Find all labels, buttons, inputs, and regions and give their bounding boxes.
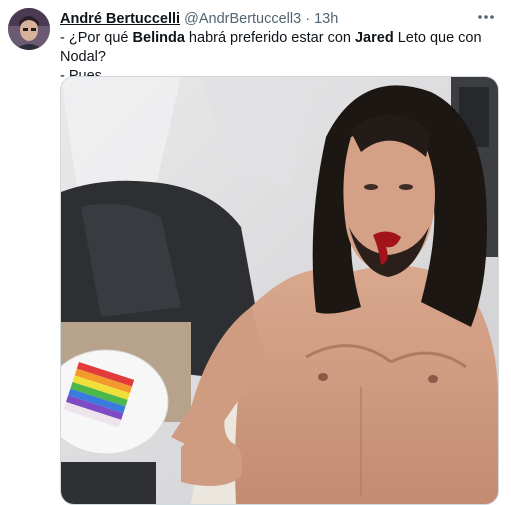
tweet-line-1: - ¿Por qué Belinda habrá preferido estar… [60, 29, 501, 67]
tweet-header: André Bertuccelli @AndrBertuccell3 · 13h [60, 10, 471, 28]
photo-shirtless-man-with-cake-icon [61, 77, 498, 504]
line-text: - ¿Por qué [60, 30, 133, 46]
avatar-image [8, 8, 50, 50]
tweet-timestamp[interactable]: 13h [314, 11, 338, 27]
separator-dot: · [305, 11, 311, 27]
tweet-card[interactable]: André Bertuccelli @AndrBertuccell3 · 13h… [0, 0, 511, 505]
bold-name-jared: Jared [354, 30, 394, 46]
tweet-photo[interactable] [60, 76, 499, 505]
author-name[interactable]: André Bertuccelli [60, 11, 180, 27]
line-text: habrá preferido estar con [184, 30, 355, 46]
avatar[interactable] [8, 8, 50, 50]
author-handle[interactable]: @AndrBertuccell3 [184, 11, 301, 27]
more-horizontal-icon[interactable] [475, 8, 497, 26]
bold-name-belinda: Belinda [132, 30, 185, 46]
